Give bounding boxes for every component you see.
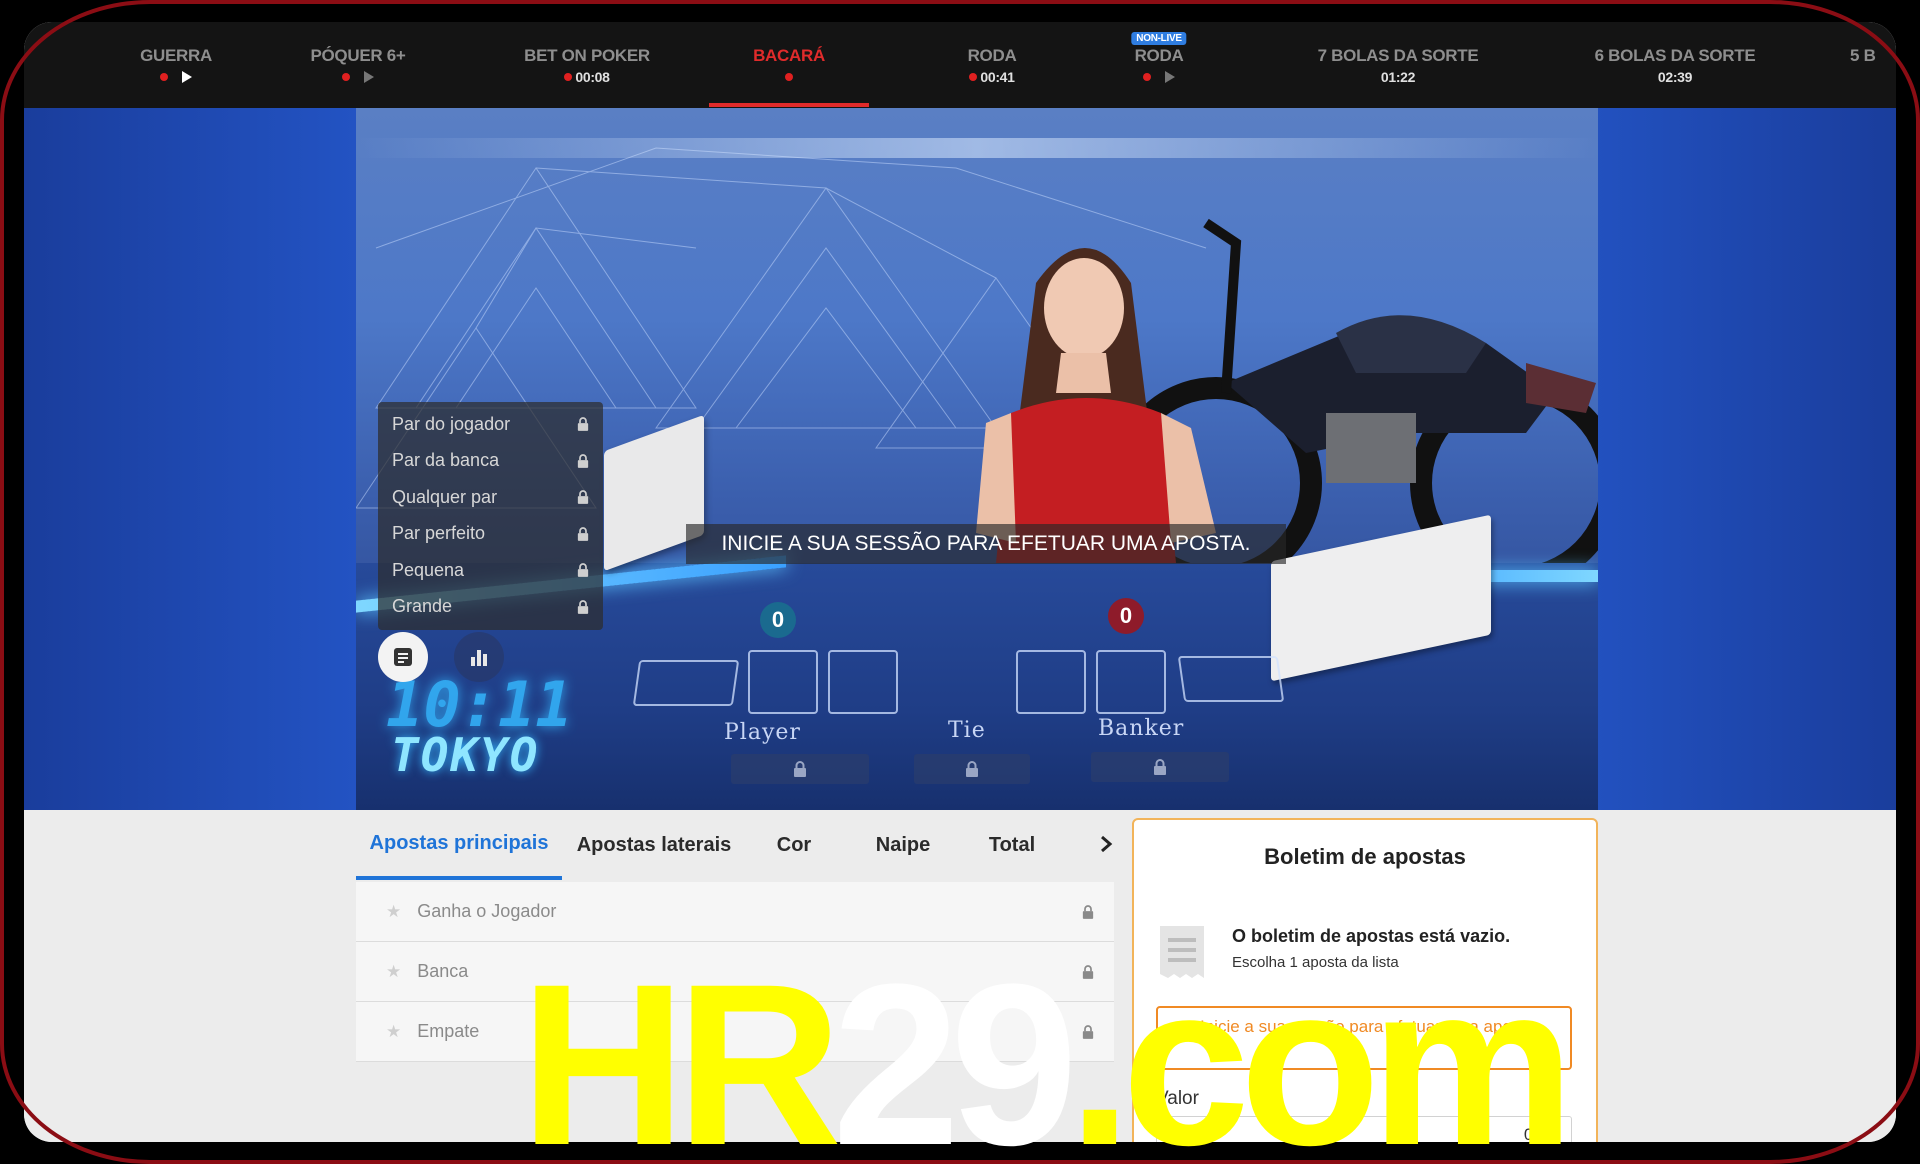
list-icon	[394, 648, 412, 666]
player-card-spot	[632, 660, 740, 706]
live-dot-icon	[564, 73, 573, 81]
nav-label: 7 BOLAS DA SORTE	[1317, 46, 1479, 65]
bet-slip-title: Boletim de apostas	[1264, 844, 1466, 869]
dealer-figure	[976, 248, 1216, 563]
game-nav-bar: GUERRA PÓQUER 6+ BET ON POKER 00:08 BACA…	[24, 22, 1896, 108]
banker-card-spot	[1177, 656, 1285, 702]
nav-item-6-bolas[interactable]: 6 BOLAS DA SORTE 02:39	[1570, 46, 1780, 86]
bet-tabs: Apostas principais Apostas laterais Cor …	[356, 810, 1114, 880]
banker-card-spot	[1016, 650, 1086, 714]
nav-item-bacara[interactable]: BACARÁ	[689, 46, 889, 86]
star-icon[interactable]: ★	[386, 1022, 401, 1042]
tab-total[interactable]: Total	[964, 810, 1060, 880]
side-bet-row[interactable]: Par da banca	[378, 443, 603, 480]
play-icon	[364, 71, 374, 83]
side-bet-label: Par perfeito	[392, 523, 486, 544]
player-card-spot	[748, 650, 818, 714]
nav-item-bet-on-poker[interactable]: BET ON POKER 00:08	[487, 46, 687, 86]
watermark-part: 29	[832, 936, 1078, 1164]
tie-table-label: Tie	[948, 718, 986, 743]
bet-list-toggle-button[interactable]	[378, 632, 428, 682]
banker-bet-spot[interactable]	[1091, 752, 1229, 782]
star-icon[interactable]: ★	[386, 962, 401, 982]
live-dot-icon	[969, 73, 978, 81]
non-live-badge: NON-LIVE	[1131, 32, 1187, 45]
side-bet-row[interactable]: Par do jogador	[378, 406, 603, 443]
nav-timer: 02:39	[1657, 69, 1693, 85]
player-bet-spot[interactable]	[731, 754, 869, 784]
side-bet-label: Par da banca	[392, 450, 500, 471]
lock-icon	[1154, 759, 1166, 775]
chevron-right-icon	[1101, 835, 1113, 853]
lock-icon	[966, 761, 978, 777]
star-icon[interactable]: ★	[386, 902, 401, 922]
player-score: 0	[760, 602, 796, 638]
nav-timer: 00:41	[980, 69, 1015, 85]
nav-label: BACARÁ	[753, 46, 825, 65]
nav-item-7-bolas[interactable]: 7 BOLAS DA SORTE 01:22	[1293, 46, 1503, 86]
play-icon	[1165, 71, 1175, 83]
nav-item-roda-non-live[interactable]: NON-LIVE RODA	[1059, 32, 1259, 86]
ceiling-light	[356, 138, 1598, 158]
bet-option-label: Ganha o Jogador	[417, 901, 557, 921]
nav-label: RODA	[1134, 46, 1184, 65]
nav-item-poquer[interactable]: PÓQUER 6+	[258, 46, 458, 86]
lock-icon	[577, 417, 589, 432]
lock-icon	[577, 599, 589, 614]
live-dot-icon	[1143, 73, 1151, 81]
tabs-next-button[interactable]	[1094, 832, 1118, 856]
lock-icon	[577, 490, 589, 505]
lock-icon	[577, 453, 589, 468]
live-dot-icon	[342, 73, 350, 81]
lock-icon	[577, 526, 589, 541]
tab-apostas-laterais[interactable]: Apostas laterais	[562, 810, 746, 880]
live-dot-icon	[785, 73, 793, 81]
banker-card-spot	[1096, 650, 1166, 714]
live-video-stream: 0 0 Player Tie Banker 10:11 TOKYO INICIE…	[356, 108, 1598, 810]
banker-score: 0	[1108, 598, 1144, 634]
nav-item-5-bolas[interactable]: 5 B	[1850, 46, 1896, 66]
side-bet-label: Qualquer par	[392, 486, 498, 507]
side-bet-row[interactable]: Grande	[378, 589, 603, 626]
banker-table-label: Banker	[1098, 716, 1185, 741]
player-table-label: Player	[724, 720, 801, 745]
lock-icon	[794, 761, 806, 777]
nav-timer: 00:08	[575, 69, 610, 85]
side-bet-row[interactable]: Qualquer par	[378, 479, 603, 516]
nav-label: 6 BOLAS DA SORTE	[1594, 46, 1756, 65]
statistics-button[interactable]	[454, 632, 504, 682]
side-bet-row[interactable]: Par perfeito	[378, 516, 603, 553]
nav-label: 5 B	[1850, 46, 1876, 65]
watermark-part: .com	[1068, 936, 1575, 1164]
live-dot-icon	[160, 73, 168, 81]
list-item[interactable]: ★ Ganha o Jogador	[356, 882, 1114, 942]
active-tab-indicator	[709, 103, 869, 107]
side-bet-label: Grande	[392, 596, 453, 617]
nav-label: BET ON POKER	[524, 46, 650, 65]
tab-cor[interactable]: Cor	[746, 810, 842, 880]
lock-icon	[1082, 904, 1094, 919]
side-bet-label: Par do jogador	[392, 413, 511, 434]
nav-label: GUERRA	[140, 46, 212, 65]
bar-chart-icon	[471, 650, 487, 666]
side-bet-label: Pequena	[392, 559, 465, 580]
watermark-part: HR	[520, 936, 842, 1164]
watermark-logo: HR29.com	[520, 950, 1575, 1164]
tie-bet-spot[interactable]	[914, 754, 1030, 784]
player-card-spot	[828, 650, 898, 714]
nav-timer: 01:22	[1380, 69, 1416, 85]
nav-label: PÓQUER 6+	[310, 46, 406, 65]
login-required-message: INICIE A SUA SESSÃO PARA EFETUAR UMA APO…	[686, 524, 1286, 564]
studio-city-sign: TOKYO	[391, 728, 540, 782]
tab-naipe[interactable]: Naipe	[842, 810, 964, 880]
nav-item-guerra[interactable]: GUERRA	[76, 46, 276, 86]
play-icon	[182, 71, 192, 83]
lock-icon	[577, 563, 589, 578]
side-bets-panel: Par do jogador Par da banca Qualquer par…	[378, 402, 603, 630]
side-bet-row[interactable]: Pequena	[378, 552, 603, 589]
tab-apostas-principais[interactable]: Apostas principais	[356, 810, 562, 880]
